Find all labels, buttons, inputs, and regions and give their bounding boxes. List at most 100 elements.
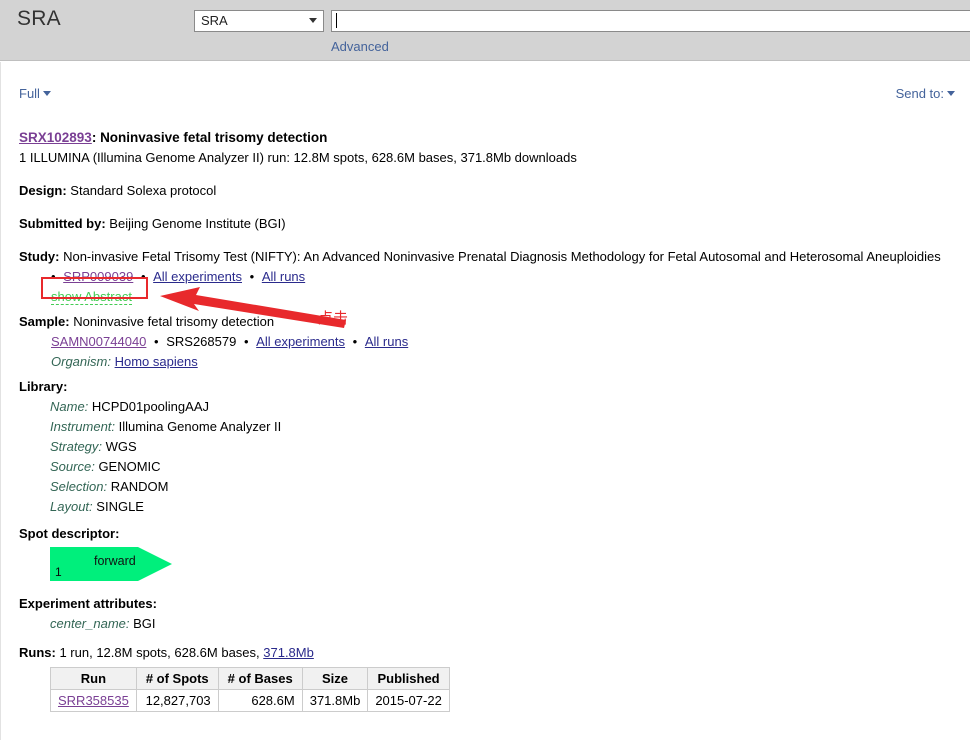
experiment-attribute-label: center_name: [50, 616, 130, 631]
library-field-value: Illumina Genome Analyzer II [118, 419, 282, 434]
send-to-dropdown[interactable]: Send to: [896, 86, 955, 101]
spot-descriptor-header: Spot descriptor: [19, 524, 959, 544]
sample-links-row: SAMN00744040 • SRS268579 • All experimen… [19, 332, 959, 352]
column-header-run: Run [50, 667, 137, 690]
experiment-record: SRX102893: Noninvasive fetal trisomy det… [19, 128, 959, 712]
organism-link[interactable]: Homo sapiens [115, 354, 198, 369]
library-field-label: Instrument: [50, 419, 116, 434]
library-field-row: Instrument: Illumina Genome Analyzer II [19, 417, 959, 437]
size-cell: 371.8Mb [301, 689, 369, 712]
site-search-bar: SRA SRA Advanced [0, 0, 970, 61]
library-field-label: Selection: [50, 479, 108, 494]
chevron-down-icon [947, 91, 955, 96]
runs-summary-text: 1 run, 12.8M spots, 628.6M bases, [59, 645, 264, 660]
design-value: Standard Solexa protocol [70, 183, 217, 198]
search-input[interactable] [331, 10, 970, 32]
runs-download-size-link[interactable]: 371.8Mb [263, 645, 314, 660]
organism-label: Organism: [51, 354, 111, 369]
study-all-runs-link[interactable]: All runs [262, 269, 305, 284]
library-field-row: Strategy: WGS [19, 437, 959, 457]
show-abstract-link[interactable]: show Abstract [51, 289, 132, 305]
experiment-attribute-value: BGI [133, 616, 156, 631]
study-row: Study: Non-invasive Fetal Trisomy Test (… [19, 247, 959, 267]
site-brand-sra[interactable]: SRA [17, 7, 61, 31]
run-accession-link[interactable]: SRR358535 [58, 693, 129, 708]
advanced-search-link[interactable]: Advanced [331, 39, 389, 54]
submitted-by-value: Beijing Genome Institute (BGI) [109, 216, 286, 231]
library-field-row: Selection: RANDOM [19, 477, 959, 497]
record-summary: 1 ILLUMINA (Illumina Genome Analyzer II)… [19, 150, 577, 165]
chevron-down-icon [42, 91, 51, 96]
read-index-label: 1 [55, 565, 62, 579]
published-cell: 2015-07-22 [367, 689, 450, 712]
column-header-bases: # of Bases [217, 667, 303, 690]
library-field-label: Name: [50, 399, 89, 414]
experiment-attribute-row: center_name: BGI [19, 614, 959, 634]
database-select-value: SRA [201, 13, 228, 28]
study-value: Non-invasive Fetal Trisomy Test (NIFTY):… [63, 249, 941, 264]
library-field-label: Strategy: [50, 439, 103, 454]
record-title-line: SRX102893: Noninvasive fetal trisomy det… [19, 128, 959, 148]
library-field-value: WGS [105, 439, 137, 454]
table-header-row: Run # of Spots # of Bases Size Published [50, 667, 450, 690]
experiment-accession-link[interactable]: SRX102893 [19, 130, 92, 145]
spot-descriptor-diagram: forward 1 [50, 547, 172, 581]
display-mode-label[interactable]: Full [19, 86, 40, 101]
organism-row: Organism: Homo sapiens [19, 352, 959, 372]
sample-label: Sample: [19, 314, 70, 329]
library-label: Library: [19, 379, 68, 394]
library-field-value: SINGLE [96, 499, 144, 514]
column-header-size: Size [301, 667, 369, 690]
run-cell: SRR358535 [50, 689, 137, 712]
library-field-value: RANDOM [110, 479, 169, 494]
runs-summary-row: Runs: 1 run, 12.8M spots, 628.6M bases, … [19, 643, 959, 663]
column-header-spots: # of Spots [135, 667, 219, 690]
library-field-label: Source: [50, 459, 95, 474]
text-cursor [336, 13, 337, 28]
study-accession-link[interactable]: SRP009039 [63, 269, 133, 284]
record-title-separator: : [91, 130, 101, 145]
send-to-label[interactable]: Send to: [896, 86, 944, 101]
experiment-attributes-header: Experiment attributes: [19, 594, 959, 614]
spots-cell: 12,827,703 [135, 689, 219, 712]
column-header-published: Published [367, 667, 450, 690]
record-title-text: Noninvasive fetal trisomy detection [100, 130, 328, 145]
study-links-row: • SRP009039 • All experiments • All runs [19, 267, 959, 287]
sample-all-runs-link[interactable]: All runs [365, 334, 408, 349]
record-content-area: Full Send to: SRX102893: Noninvasive fet… [0, 62, 970, 740]
submitted-by-row: Submitted by: Beijing Genome Institute (… [19, 214, 959, 234]
bullet-icon: • [154, 334, 159, 349]
design-label: Design: [19, 183, 67, 198]
table-row: SRR358535 12,827,703 628.6M 371.8Mb 2015… [50, 689, 450, 712]
biosample-link[interactable]: SAMN00744040 [51, 334, 146, 349]
design-row: Design: Standard Solexa protocol [19, 181, 959, 201]
library-field-row: Layout: SINGLE [19, 497, 959, 517]
library-field-value: GENOMIC [98, 459, 161, 474]
runs-label: Runs: [19, 645, 56, 660]
display-settings-bar: Full Send to: [1, 86, 970, 106]
sample-value: Noninvasive fetal trisomy detection [73, 314, 275, 329]
sample-srs-accession: SRS268579 [166, 334, 237, 349]
library-field-label: Layout: [50, 499, 93, 514]
forward-read-label: forward [94, 554, 136, 568]
library-field-row: Source: GENOMIC [19, 457, 959, 477]
library-field-row: Name: HCPD01poolingAAJ [19, 397, 959, 417]
chevron-down-icon [309, 18, 317, 23]
bullet-icon: • [140, 269, 146, 284]
library-field-value: HCPD01poolingAAJ [91, 399, 209, 414]
submitted-by-label: Submitted by: [19, 216, 106, 231]
study-all-experiments-link[interactable]: All experiments [153, 269, 242, 284]
spot-descriptor-label: Spot descriptor: [19, 526, 120, 541]
display-mode-dropdown[interactable]: Full [19, 86, 51, 101]
bullet-icon: • [243, 334, 249, 349]
show-abstract-row: show Abstract [19, 287, 959, 307]
runs-table: Run # of Spots # of Bases Size Published… [50, 667, 450, 712]
bullet-icon: • [51, 269, 56, 284]
experiment-attributes-label: Experiment attributes: [19, 596, 157, 611]
database-select[interactable]: SRA [194, 10, 324, 32]
bases-cell: 628.6M [217, 689, 303, 712]
sample-row: Sample: Noninvasive fetal trisomy detect… [19, 312, 959, 332]
study-label: Study: [19, 249, 60, 264]
library-section-header: Library: [19, 377, 959, 397]
sample-all-experiments-link[interactable]: All experiments [256, 334, 345, 349]
